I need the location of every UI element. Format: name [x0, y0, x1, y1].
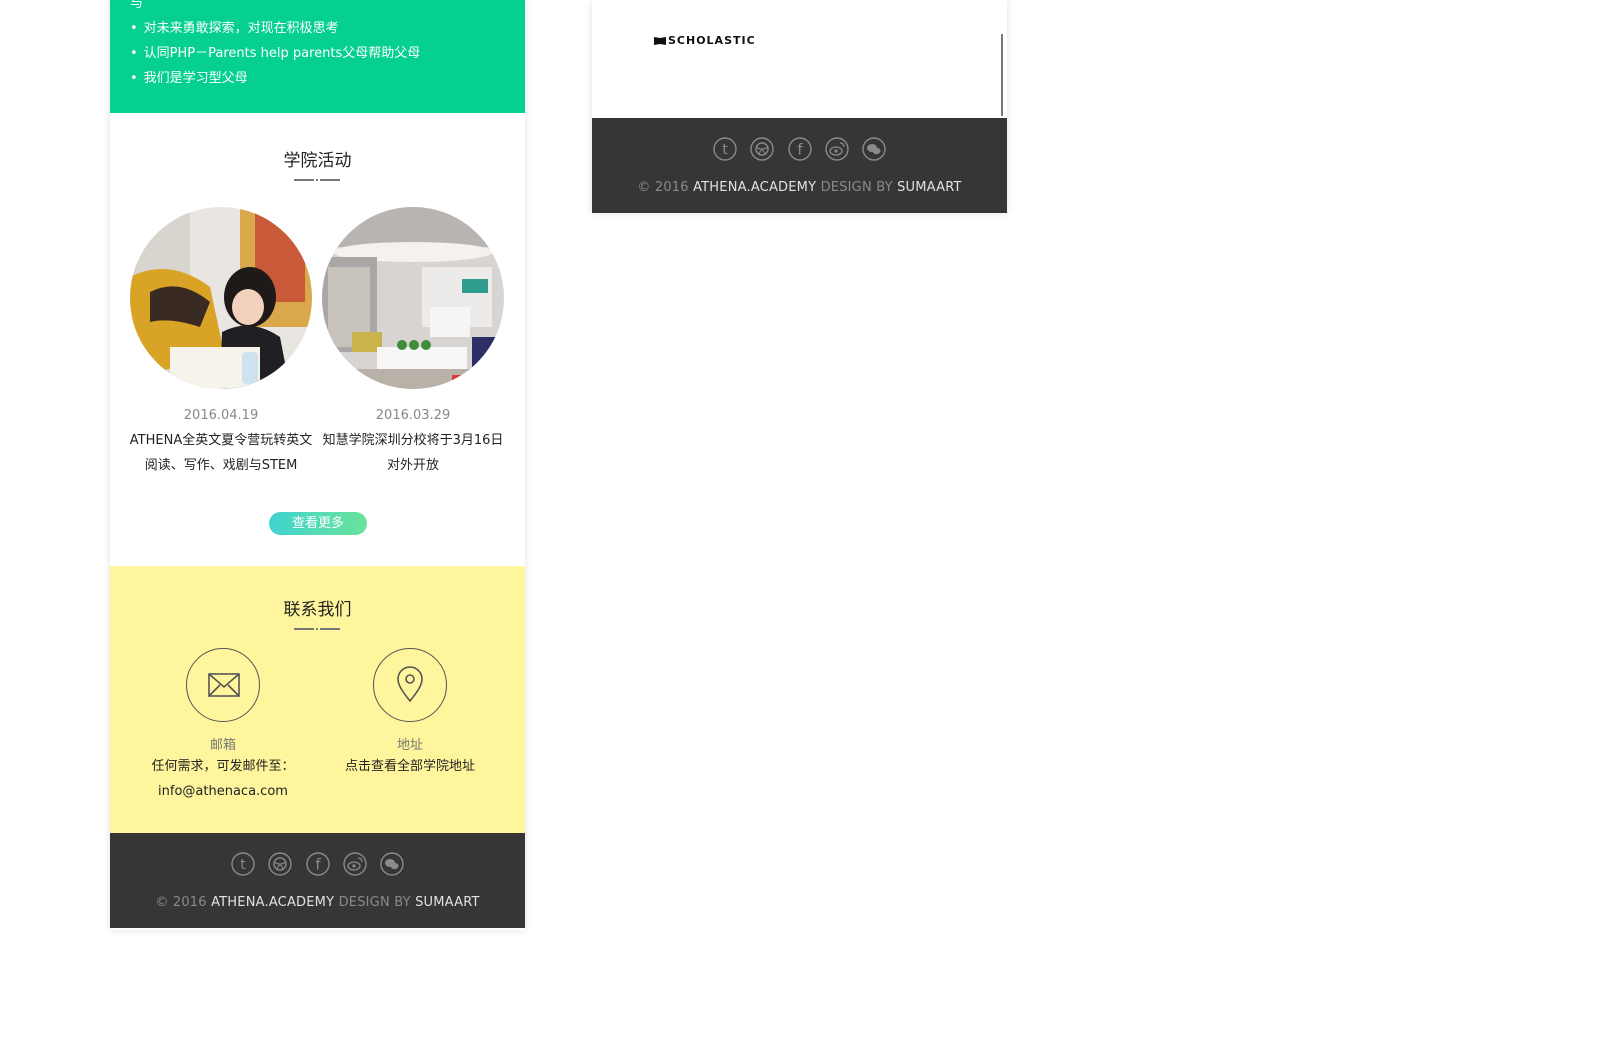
weibo-icon[interactable] [342, 852, 367, 876]
social-icons: t f [110, 852, 525, 880]
activity-image-2[interactable] [322, 207, 504, 389]
activities-title: 学院活动 [283, 151, 352, 171]
copyright-brand[interactable]: ATHENA.ACADEMY [693, 180, 816, 195]
activity-image-1[interactable] [130, 207, 312, 389]
address-label: 地址 [396, 738, 423, 753]
weibo-icon[interactable] [824, 137, 849, 161]
wechat-icon[interactable] [861, 137, 886, 161]
intro-bullet-list: 对未来勇敢探索，对现在积极思考 认同PHP－Parents help paren… [130, 16, 421, 91]
facebook-icon[interactable]: f [787, 137, 812, 161]
copyright-text: © 2016 ATHENA.ACADEMY DESIGN BY SUMAART [110, 895, 525, 910]
address-link[interactable]: 点击查看全部学院地址 [310, 754, 510, 779]
copyright-designer[interactable]: SUMAART [897, 180, 962, 195]
copyright-prefix: © 2016 [637, 180, 694, 195]
tumblr-icon[interactable]: t [231, 852, 256, 876]
activities-divider [294, 179, 340, 181]
svg-text:t: t [723, 142, 729, 158]
contact-title: 联系我们 [283, 600, 352, 620]
activity-date-1: 2016.04.19 [183, 408, 259, 423]
tumblr-icon[interactable]: t [713, 137, 738, 161]
intro-section: 与 对未来勇敢探索，对现在积极思考 认同PHP－Parents help par… [110, 0, 525, 113]
wechat-icon[interactable] [379, 852, 404, 876]
scholastic-logo-text: SCHOLASTIC [668, 34, 756, 47]
copyright-prefix: © 2016 [155, 895, 212, 910]
intro-bullet: 我们是学习型父母 [130, 66, 420, 91]
svg-text:f: f [315, 856, 321, 874]
mobile-page-left: 与 对未来勇敢探索，对现在积极思考 认同PHP－Parents help par… [110, 0, 525, 930]
mail-icon [208, 673, 240, 697]
facebook-icon[interactable]: f [305, 852, 330, 876]
scholastic-logo: SCHOLASTIC [654, 34, 756, 47]
intro-truncated-text: 与 [130, 0, 144, 11]
dribbble-icon[interactable] [268, 852, 293, 876]
activity-title-2[interactable]: 知慧学院深圳分校将于3月16日对外开放 [318, 428, 508, 478]
scrollbar[interactable] [1001, 34, 1003, 116]
copyright-designer[interactable]: SUMAART [415, 895, 480, 910]
address-circle[interactable] [373, 648, 447, 722]
social-icons: t f [592, 137, 1007, 165]
footer: t f © 2016 ATHENA.ACADEMY DESIGN BY SUMA… [592, 118, 1007, 213]
email-text-line1: 任何需求，可发邮件至： [151, 759, 295, 774]
copyright-design-by: DESIGN BY [334, 895, 416, 910]
mobile-page-right: SCHOLASTIC t f © 2016 ATHENA.ACADEMY DES… [592, 0, 1007, 213]
svg-text:t: t [241, 857, 247, 873]
view-more-button[interactable]: 查看更多 [269, 512, 367, 535]
dribbble-icon[interactable] [750, 137, 775, 161]
email-circle[interactable] [186, 648, 260, 722]
location-pin-icon [397, 666, 423, 703]
intro-bullet: 对未来勇敢探索，对现在积极思考 [130, 16, 420, 41]
footer: t f © 2016 ATHENA.ACADEMY DESIGN BY SUMA… [110, 833, 525, 928]
email-label: 邮箱 [209, 738, 236, 753]
email-address[interactable]: info@athenaca.com [123, 779, 323, 804]
intro-bullet: 认同PHP－Parents help parents父母帮助父母 [130, 41, 421, 66]
book-icon [654, 37, 666, 45]
copyright-brand[interactable]: ATHENA.ACADEMY [211, 895, 334, 910]
copyright-text: © 2016 ATHENA.ACADEMY DESIGN BY SUMAART [592, 180, 1007, 195]
activity-date-2: 2016.03.29 [375, 408, 451, 423]
copyright-design-by: DESIGN BY [816, 180, 898, 195]
svg-text:f: f [797, 141, 803, 159]
activity-title-1[interactable]: ATHENA全英文夏令营玩转英文阅读、写作、戏剧与STEM [126, 428, 316, 478]
contact-section: 联系我们 邮箱 任何需求，可发邮件至： info@athenaca.com 地址… [110, 566, 525, 833]
contact-divider [294, 628, 340, 630]
